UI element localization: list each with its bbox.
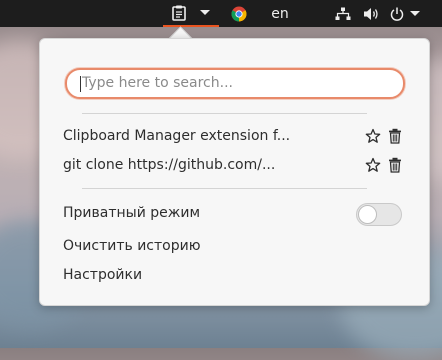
volume-indicator[interactable]: [361, 0, 381, 27]
history-item-text: git clone https://github.com/...: [63, 157, 276, 173]
chrome-indicator[interactable]: [228, 0, 250, 27]
power-indicator[interactable]: [389, 0, 421, 27]
private-mode-toggle[interactable]: [356, 203, 402, 226]
history-item-text: Clipboard Manager extension f...: [63, 128, 291, 144]
power-icon: [390, 7, 404, 21]
chevron-down-icon: [200, 10, 210, 15]
toggle-knob: [358, 205, 377, 224]
volume-icon: [363, 7, 380, 21]
history-item[interactable]: git clone https://github.com/...: [40, 152, 429, 178]
clear-history-item[interactable]: Очистить историю: [40, 234, 429, 260]
network-icon: [335, 7, 351, 21]
language-indicator[interactable]: en: [266, 0, 294, 27]
separator: [82, 113, 367, 114]
settings-item[interactable]: Настройки: [40, 263, 429, 289]
trash-icon[interactable]: [387, 157, 403, 173]
search-placeholder: Type here to search...: [82, 75, 233, 91]
star-icon[interactable]: [365, 157, 381, 173]
star-icon[interactable]: [365, 128, 381, 144]
top-panel: en: [0, 0, 442, 27]
chevron-down-icon: [410, 11, 420, 16]
clipboard-popup: Type here to search... Clipboard Manager…: [39, 38, 430, 306]
private-mode-label: Приватный режим: [63, 205, 201, 221]
text-cursor: [80, 76, 81, 92]
search-input[interactable]: Type here to search...: [65, 68, 405, 99]
language-label: en: [271, 5, 289, 22]
clipboard-icon: [172, 5, 186, 21]
settings-label: Настройки: [63, 267, 143, 283]
separator: [82, 188, 367, 189]
chrome-icon: [231, 6, 247, 22]
trash-icon[interactable]: [387, 128, 403, 144]
network-indicator[interactable]: [334, 0, 352, 27]
history-item[interactable]: Clipboard Manager extension f...: [40, 123, 429, 149]
clear-history-label: Очистить историю: [63, 238, 201, 254]
clipboard-indicator[interactable]: [163, 0, 219, 27]
